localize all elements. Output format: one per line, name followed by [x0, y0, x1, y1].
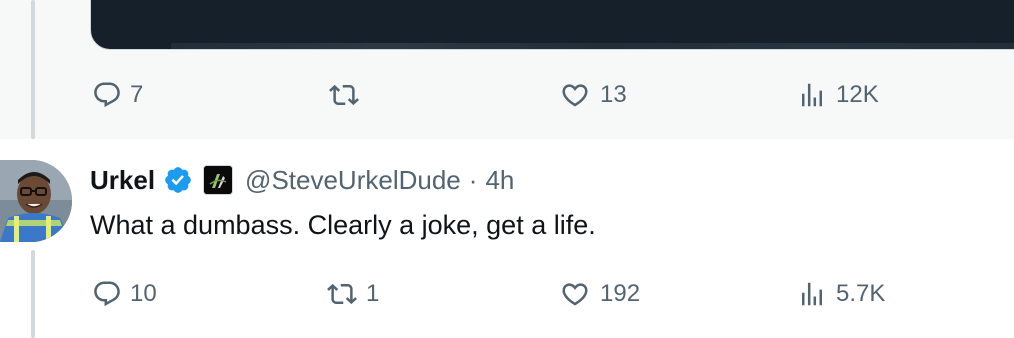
media-card-edge	[171, 43, 1014, 49]
user-handle[interactable]: @SteveUrkelDude	[245, 165, 461, 196]
heart-icon	[562, 84, 588, 107]
thread-line-bottom	[31, 250, 35, 338]
timestamp[interactable]: 4h	[485, 165, 514, 196]
analytics-icon	[802, 282, 822, 306]
previous-tweet: 7 13 12K	[0, 0, 1014, 139]
reply-icon	[94, 281, 120, 307]
analytics-icon	[802, 83, 822, 107]
tweet-text: What a dumbass. Clearly a joke, get a li…	[90, 210, 596, 240]
views-count: 12K	[836, 81, 879, 108]
reply-icon	[94, 82, 120, 108]
like-count: 192	[600, 280, 641, 307]
retweet-button[interactable]: 1	[326, 279, 379, 309]
reply-button[interactable]: 10	[92, 279, 157, 309]
verified-badge-icon[interactable]	[163, 165, 193, 195]
retweet-icon	[329, 84, 359, 106]
like-count: 13	[600, 81, 627, 108]
views-button[interactable]: 5.7K	[796, 279, 885, 309]
heart-icon	[562, 283, 588, 306]
affiliate-badge-icon[interactable]	[203, 165, 234, 195]
retweet-button[interactable]	[328, 80, 368, 110]
retweet-count: 1	[366, 280, 380, 307]
media-card[interactable]	[90, 0, 1014, 50]
separator-dot: ·	[468, 164, 478, 195]
like-button[interactable]: 192	[558, 279, 640, 309]
reply-count: 10	[130, 280, 157, 307]
display-name[interactable]: Urkel	[90, 165, 155, 196]
reply-button[interactable]: 7	[92, 80, 143, 110]
views-button[interactable]: 12K	[796, 80, 879, 110]
like-button[interactable]: 13	[558, 80, 627, 110]
reply-count: 7	[130, 81, 144, 108]
retweet-icon	[327, 283, 357, 305]
avatar[interactable]	[0, 160, 72, 242]
reply-header: Urkel @SteveUrkelDude · 4h	[90, 162, 514, 198]
views-count: 5.7K	[836, 280, 886, 307]
thread-line-top	[31, 0, 35, 139]
